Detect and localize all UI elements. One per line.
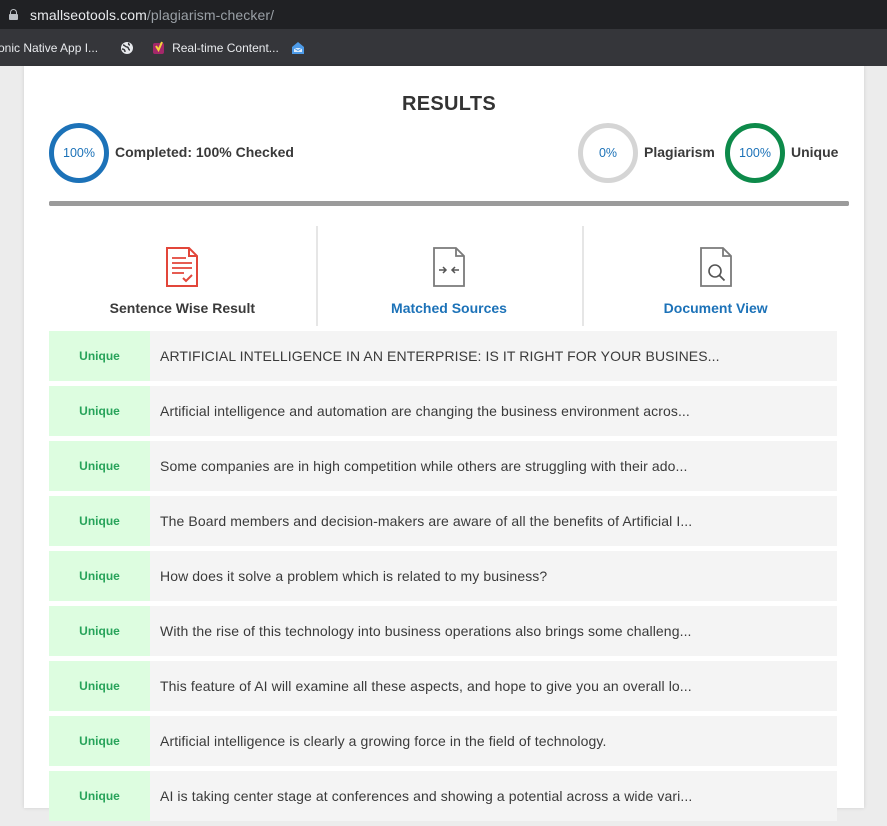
plagiarism-percent-circle: 0%	[578, 123, 638, 183]
sentence-row[interactable]: Unique This feature of AI will examine al…	[49, 661, 837, 711]
sentence-row[interactable]: Unique AI is taking center stage at confe…	[49, 771, 837, 821]
bookmark-realtime-content[interactable]: Real-time Content...	[152, 41, 279, 55]
tab-document-view[interactable]: Document View	[582, 226, 849, 326]
sentence-text: ARTIFICIAL INTELLIGENCE IN AN ENTERPRISE…	[160, 348, 720, 364]
sentence-text: AI is taking center stage at conferences…	[160, 788, 693, 804]
unique-status-badge: Unique	[49, 441, 150, 491]
tab-matched-sources[interactable]: Matched Sources	[315, 226, 583, 326]
sentence-row[interactable]: Unique With the rise of this technology i…	[49, 606, 837, 656]
plagiarism-label: Plagiarism	[644, 144, 715, 160]
progress-fill	[49, 201, 849, 206]
tab-label: Sentence Wise Result	[109, 300, 256, 316]
globe-icon	[120, 41, 134, 55]
results-panel: RESULTS 100% Completed: 100% Checked 0% …	[24, 66, 864, 821]
sentence-row[interactable]: Unique The Board members and decision-mak…	[49, 496, 837, 546]
unique-percent-circle: 100%	[725, 123, 785, 183]
unique-status-badge: Unique	[49, 771, 150, 821]
bookmarks-bar: onic Native App I... Real-time Content..…	[0, 29, 887, 66]
sentence-text: This feature of AI will examine all thes…	[160, 678, 692, 694]
yoast-icon	[152, 41, 166, 55]
sentence-row[interactable]: Unique How does it solve a problem which …	[49, 551, 837, 601]
sentence-text: Artificial intelligence is clearly a gro…	[160, 733, 607, 749]
completed-label: Completed: 100% Checked	[115, 144, 294, 160]
document-search-icon	[699, 247, 732, 287]
url-text[interactable]: smallseotools.com/plagiarism-checker/	[30, 7, 274, 23]
unique-status-badge: Unique	[49, 661, 150, 711]
sentence-row[interactable]: Unique Artificial intelligence and automa…	[49, 386, 837, 436]
results-title: RESULTS	[402, 93, 496, 115]
tab-label: Matched Sources	[391, 300, 507, 316]
document-compare-icon	[433, 247, 465, 287]
sentence-text: How does it solve a problem which is rel…	[160, 568, 548, 584]
bookmark-globe[interactable]	[120, 41, 140, 55]
sentence-row[interactable]: Unique Some companies are in high competi…	[49, 441, 837, 491]
sentence-results-list: Unique ARTIFICIAL INTELLIGENCE IN AN ENTE…	[49, 331, 837, 826]
unique-status-badge: Unique	[49, 606, 150, 656]
address-bar[interactable]: smallseotools.com/plagiarism-checker/	[0, 0, 887, 29]
tab-label: Document View	[663, 300, 768, 316]
document-check-icon	[166, 247, 199, 287]
sentence-row[interactable]: Unique Artificial intelligence is clearly…	[49, 716, 837, 766]
sentence-text: The Board members and decision-makers ar…	[160, 513, 693, 529]
unique-status-badge: Unique	[49, 331, 150, 381]
bookmark-inbox[interactable]	[291, 41, 311, 55]
unique-status-badge: Unique	[49, 551, 150, 601]
unique-status-badge: Unique	[49, 716, 150, 766]
unique-status-badge: Unique	[49, 386, 150, 436]
lock-icon	[9, 9, 18, 20]
result-tabs: Sentence Wise Result Matched Sources Doc…	[49, 226, 849, 326]
progress-bar	[49, 201, 849, 206]
completed-percent-circle: 100%	[49, 123, 109, 183]
sentence-text: Some companies are in high competition w…	[160, 458, 688, 474]
sentence-row[interactable]: Unique ARTIFICIAL INTELLIGENCE IN AN ENTE…	[49, 331, 837, 381]
unique-label: Unique	[791, 144, 839, 160]
tab-sentence-wise-result[interactable]: Sentence Wise Result	[49, 226, 316, 326]
unique-status-badge: Unique	[49, 496, 150, 546]
sentence-text: Artificial intelligence and automation a…	[160, 403, 690, 419]
bookmark-ionic[interactable]: onic Native App I...	[0, 41, 98, 55]
inbox-icon	[291, 41, 305, 55]
sentence-text: With the rise of this technology into bu…	[160, 623, 692, 639]
